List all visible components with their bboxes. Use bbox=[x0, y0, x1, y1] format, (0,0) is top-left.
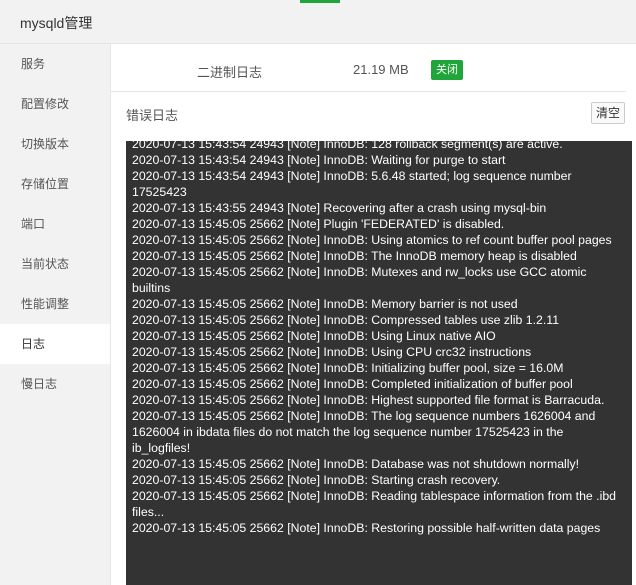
sidebar-item-storage[interactable]: 存储位置 bbox=[0, 164, 110, 204]
log-line: 2020-07-13 15:45:05 25662 [Note] InnoDB:… bbox=[132, 329, 496, 343]
log-line: 2020-07-13 15:45:05 25662 [Note] InnoDB:… bbox=[132, 345, 532, 359]
log-line: 2020-07-13 15:45:05 25662 [Note] InnoDB:… bbox=[132, 409, 596, 455]
window-title: mysqld管理 bbox=[20, 15, 93, 31]
sidebar-item-port[interactable]: 端口 bbox=[0, 204, 110, 244]
log-line: 2020-07-13 15:45:05 25662 [Note] InnoDB:… bbox=[132, 473, 501, 487]
log-line: 2020-07-13 15:45:05 25662 [Note] InnoDB:… bbox=[132, 489, 616, 519]
log-line: 2020-07-13 15:45:05 25662 [Note] InnoDB:… bbox=[132, 521, 601, 535]
sidebar-item-performance[interactable]: 性能调整 bbox=[0, 284, 110, 324]
title-accent-bar bbox=[300, 0, 340, 3]
sidebar-item-log[interactable]: 日志 bbox=[0, 324, 110, 364]
error-log-title: 错误日志 bbox=[126, 108, 179, 123]
log-line: 2020-07-13 15:45:05 25662 [Note] InnoDB:… bbox=[132, 297, 518, 311]
log-line: 2020-07-13 15:43:55 24943 [Note] Recover… bbox=[132, 201, 547, 215]
log-line: 2020-07-13 15:45:05 25662 [Note] InnoDB:… bbox=[132, 265, 587, 295]
binlog-close-button[interactable]: 关闭 bbox=[431, 60, 463, 80]
window-titlebar: mysqld管理 bbox=[0, 0, 636, 44]
log-line: 2020-07-13 15:43:54 24943 [Note] InnoDB:… bbox=[132, 169, 572, 199]
sidebar-item-status[interactable]: 当前状态 bbox=[0, 244, 110, 284]
binlog-size: 21.19 MB bbox=[353, 62, 409, 77]
log-line: 2020-07-13 15:43:54 24943 [Note] InnoDB:… bbox=[132, 141, 563, 151]
log-line: 2020-07-13 15:45:05 25662 [Note] InnoDB:… bbox=[132, 233, 612, 247]
log-line: 2020-07-13 15:43:54 24943 [Note] InnoDB:… bbox=[132, 153, 506, 167]
binlog-row: 二进制日志 21.19 MB 关闭 bbox=[111, 44, 626, 92]
log-line: 2020-07-13 15:45:05 25662 [Note] InnoDB:… bbox=[132, 457, 580, 471]
log-line: 2020-07-13 15:45:05 25662 [Note] InnoDB:… bbox=[132, 377, 573, 391]
sidebar-item-slow-log[interactable]: 慢日志 bbox=[0, 364, 110, 404]
log-line: 2020-07-13 15:45:05 25662 [Note] InnoDB:… bbox=[132, 313, 560, 327]
log-content: 2020-07-13 15:43:54 24943 [Note] InnoDB:… bbox=[132, 141, 622, 536]
sidebar-item-config[interactable]: 配置修改 bbox=[0, 84, 110, 124]
sidebar: 服务 配置修改 切换版本 存储位置 端口 当前状态 性能调整 日志 慢日志 bbox=[0, 44, 111, 585]
log-line: 2020-07-13 15:45:05 25662 [Note] InnoDB:… bbox=[132, 393, 605, 407]
sidebar-item-service[interactable]: 服务 bbox=[0, 44, 110, 84]
error-log-viewer[interactable]: 2020-07-13 15:43:54 24943 [Note] InnoDB:… bbox=[126, 141, 632, 585]
log-line: 2020-07-13 15:45:05 25662 [Note] Plugin … bbox=[132, 217, 505, 231]
sidebar-item-version[interactable]: 切换版本 bbox=[0, 124, 110, 164]
log-line: 2020-07-13 15:45:05 25662 [Note] InnoDB:… bbox=[132, 361, 564, 375]
binlog-label: 二进制日志 bbox=[197, 65, 263, 80]
clear-log-button[interactable]: 清空 bbox=[591, 102, 625, 124]
main-panel: 二进制日志 21.19 MB 关闭 错误日志 清空 2020-07-13 15:… bbox=[111, 44, 636, 585]
log-line: 2020-07-13 15:45:05 25662 [Note] InnoDB:… bbox=[132, 249, 577, 263]
